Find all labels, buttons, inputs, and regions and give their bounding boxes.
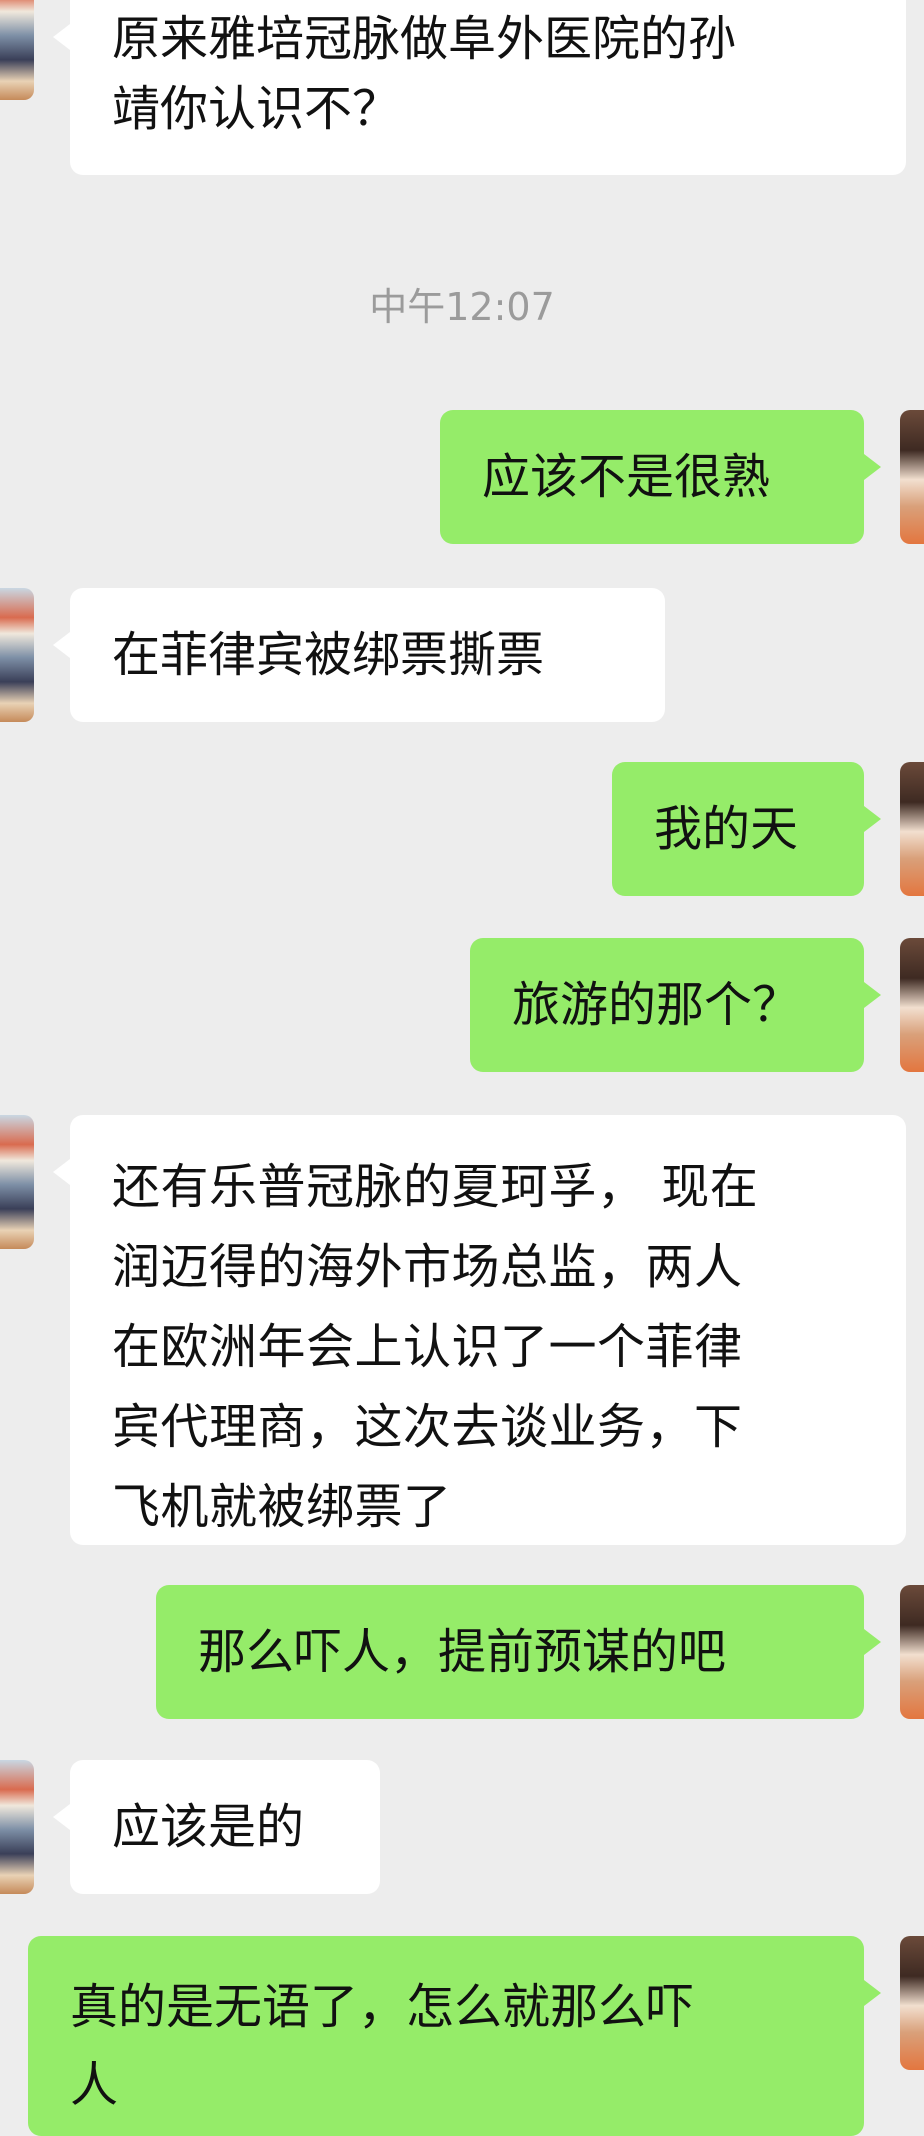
message-bubble-incoming[interactable]: 在菲律宾被绑票撕票: [53, 588, 665, 722]
message-text: 还有乐普冠脉的夏珂孚， 现在 润迈得的海外市场总监，两人 在欧洲年会上认识了一个…: [112, 1159, 759, 1535]
contact-avatar[interactable]: [0, 1115, 34, 1249]
my-avatar[interactable]: [900, 1936, 924, 2070]
message-bubble-incoming[interactable]: 还有乐普冠脉的夏珂孚， 现在 润迈得的海外市场总监，两人 在欧洲年会上认识了一个…: [53, 1115, 906, 1545]
contact-avatar[interactable]: [0, 1760, 34, 1894]
message-bubble-incoming[interactable]: 原来雅培冠脉做阜外医院的孙 靖你认识不？: [53, 0, 906, 175]
message-bubble-outgoing[interactable]: 应该不是很熟: [440, 410, 881, 544]
message-text: 真的是无语了，怎么就那么吓 人: [70, 1979, 695, 2113]
message-text: 在菲律宾被绑票撕票: [112, 627, 545, 683]
message-bubble-outgoing[interactable]: 真的是无语了，怎么就那么吓 人: [28, 1936, 881, 2136]
message-text: 旅游的那个？: [512, 977, 801, 1033]
message-bubble-incoming[interactable]: 应该是的: [53, 1760, 380, 1894]
contact-avatar[interactable]: [0, 588, 34, 722]
message-bubble-outgoing[interactable]: 那么吓人，提前预谋的吧: [156, 1585, 881, 1719]
contact-avatar[interactable]: [0, 0, 34, 100]
my-avatar[interactable]: [900, 938, 924, 1072]
message-text: 应该是的: [112, 1799, 305, 1855]
message-text: 我的天: [654, 801, 799, 857]
message-text: 那么吓人，提前预谋的吧: [198, 1624, 727, 1680]
message-bubble-outgoing[interactable]: 我的天: [612, 762, 881, 896]
message-text: 原来雅培冠脉做阜外医院的孙 靖你认识不？: [112, 11, 737, 137]
chat-timestamp: 中午12:07: [369, 285, 555, 329]
my-avatar[interactable]: [900, 410, 924, 544]
message-text: 应该不是很熟: [482, 449, 771, 505]
message-bubble-outgoing[interactable]: 旅游的那个？: [470, 938, 881, 1072]
my-avatar[interactable]: [900, 762, 924, 896]
my-avatar[interactable]: [900, 1585, 924, 1719]
